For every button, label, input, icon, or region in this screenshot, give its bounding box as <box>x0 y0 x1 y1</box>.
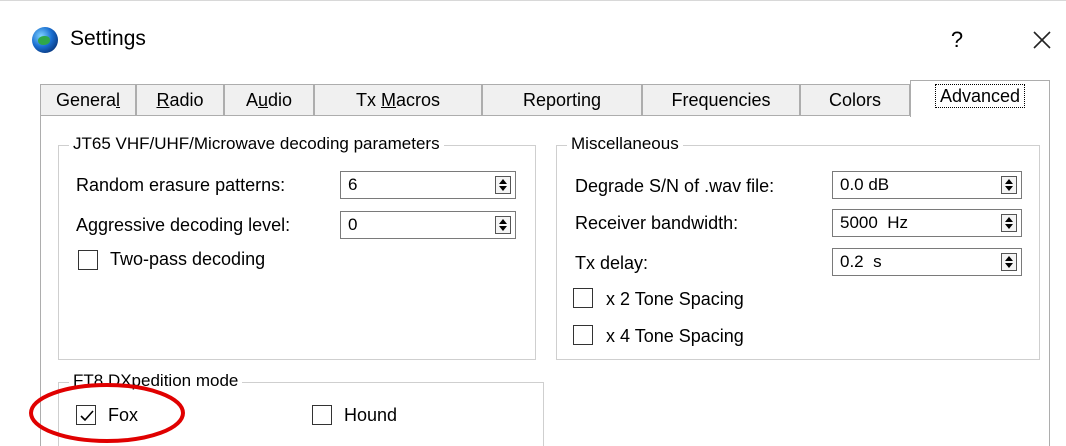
tab-reporting[interactable]: Reporting <box>482 84 642 116</box>
tab-bar: General Radio Audio Tx Macros Reporting … <box>40 80 1050 117</box>
receiver-bandwidth-label: Receiver bandwidth: <box>575 213 739 233</box>
globe-icon <box>32 27 58 53</box>
spin-arrows-icon[interactable] <box>495 176 511 194</box>
tab-radio-mnemonic: R <box>156 90 170 110</box>
title-bar: Settings ? <box>0 0 1066 80</box>
window-title: Settings <box>70 27 146 50</box>
tab-advanced-label: Advanced <box>934 84 1026 108</box>
tab-radio-label: adio <box>169 90 204 110</box>
tab-frequencies-label: Frequencies <box>671 90 771 110</box>
tab-tx-macros[interactable]: Tx Macros <box>314 84 482 116</box>
x2-tone-spacing-checkbox[interactable] <box>573 288 593 308</box>
receiver-bandwidth-spinbox[interactable]: 5000 Hz <box>832 209 1022 237</box>
degrade-sn-value: 0.0 dB <box>840 175 890 194</box>
spin-arrows-icon[interactable] <box>495 216 511 234</box>
tab-tx-macros-label-a: Tx <box>355 90 381 110</box>
close-icon <box>1033 31 1051 49</box>
help-button[interactable]: ? <box>942 25 972 55</box>
degrade-sn-label: Degrade S/N of .wav file: <box>575 176 775 196</box>
receiver-bandwidth-value: 5000 Hz <box>840 213 909 232</box>
tx-delay-label: Tx delay: <box>575 253 649 273</box>
spin-arrows-icon[interactable] <box>1001 176 1017 194</box>
tab-tx-macros-mnemonic: M <box>380 90 396 110</box>
jt65-group-title: JT65 VHF/UHF/Microwave decoding paramete… <box>69 134 444 154</box>
tab-colors[interactable]: Colors <box>800 84 910 116</box>
hound-label: Hound <box>344 405 398 425</box>
tab-general-label: Genera <box>55 90 117 110</box>
tab-radio[interactable]: Radio <box>136 84 224 116</box>
misc-group-title: Miscellaneous <box>567 134 683 154</box>
tab-general-mnemonic: l <box>116 90 121 110</box>
x4-tone-spacing-checkbox[interactable] <box>573 325 593 345</box>
spin-arrows-icon[interactable] <box>1001 214 1017 232</box>
tab-reporting-label: Reportin <box>522 90 592 110</box>
aggressive-decoding-value: 0 <box>348 215 358 234</box>
close-button[interactable] <box>1022 23 1062 57</box>
tab-frequencies[interactable]: Frequencies <box>642 84 800 116</box>
aggressive-decoding-label: Aggressive decoding level: <box>76 215 291 235</box>
tab-colors-label: Colors <box>828 90 881 110</box>
checkmark-icon <box>80 410 94 422</box>
fox-label: Fox <box>108 405 139 425</box>
x2-tone-spacing-label: x 2 Tone Spacing <box>606 289 744 309</box>
tab-reporting-mnemonic: g <box>591 90 602 110</box>
random-erasure-value: 6 <box>348 175 358 194</box>
tab-audio-label-b: dio <box>268 90 293 110</box>
tab-audio-mnemonic: u <box>257 90 268 110</box>
tab-audio-label-a: A <box>245 90 258 110</box>
random-erasure-spinbox[interactable]: 6 <box>340 171 516 199</box>
tab-tx-macros-label-b: acros <box>395 90 440 110</box>
two-pass-label: Two-pass decoding <box>110 249 266 269</box>
tab-advanced[interactable]: Advanced <box>910 80 1050 117</box>
degrade-sn-spinbox[interactable]: 0.0 dB <box>832 171 1022 199</box>
aggressive-decoding-spinbox[interactable]: 0 <box>340 211 516 239</box>
tx-delay-spinbox[interactable]: 0.2 s <box>832 248 1022 276</box>
ft8-dxpedition-group-title: FT8 DXpedition mode <box>69 371 243 391</box>
random-erasure-label: Random erasure patterns: <box>76 175 286 195</box>
tab-general[interactable]: General <box>40 84 136 116</box>
spin-arrows-icon[interactable] <box>1001 253 1017 271</box>
tab-audio[interactable]: Audio <box>224 84 314 116</box>
two-pass-checkbox[interactable] <box>78 250 98 270</box>
hound-checkbox[interactable] <box>312 405 332 425</box>
tx-delay-value: 0.2 s <box>840 252 882 271</box>
fox-checkbox[interactable] <box>76 405 96 425</box>
x4-tone-spacing-label: x 4 Tone Spacing <box>606 326 744 346</box>
